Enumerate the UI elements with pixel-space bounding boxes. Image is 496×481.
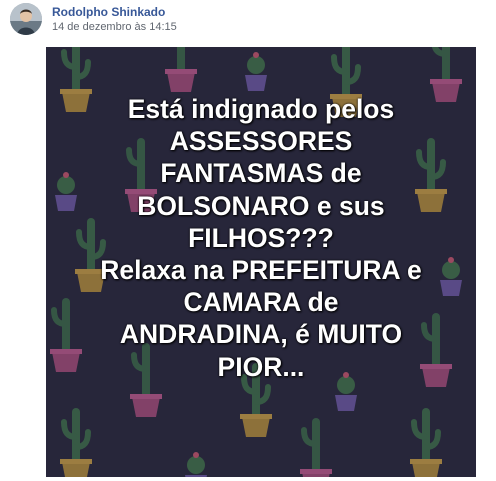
- post-timestamp[interactable]: 14 de dezembro às 14:15: [52, 21, 177, 33]
- text-line: PIOR...: [217, 351, 305, 382]
- text-line: BOLSONARO e sus: [137, 190, 385, 221]
- image-overlay-text: Está indignado pelos ASSESSORES FANTASMA…: [46, 93, 476, 383]
- text-line: Relaxa na PREFEITURA e: [100, 255, 422, 286]
- text-line: ASSESSORES: [169, 126, 353, 157]
- text-line: ANDRADINA, é MUITO: [119, 319, 403, 350]
- author-name[interactable]: Rodolpho Shinkado: [52, 5, 165, 19]
- post-header: Rodolpho Shinkado 14 de dezembro às 14:1…: [10, 2, 480, 38]
- avatar[interactable]: [10, 3, 42, 35]
- text-line: FANTASMAS de: [160, 158, 362, 189]
- text-line: CAMARA de: [183, 287, 339, 318]
- post-image[interactable]: Está indignado pelos ASSESSORES FANTASMA…: [46, 47, 476, 477]
- text-line: Está indignado pelos: [127, 94, 395, 124]
- text-line: FILHOS???: [188, 222, 334, 253]
- profile-avatar-icon: [10, 3, 42, 35]
